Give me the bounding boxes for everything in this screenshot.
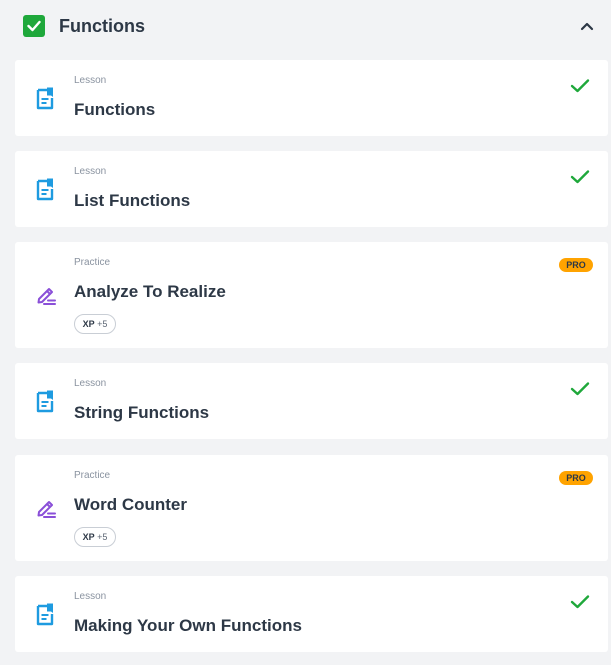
- pro-badge: PRO: [559, 258, 593, 272]
- checkbox-checked-icon: [23, 15, 45, 37]
- item-title: Functions: [74, 100, 156, 119]
- lesson-card-string-functions[interactable]: Lesson String Functions: [15, 363, 608, 439]
- checkmark-icon: [570, 594, 590, 610]
- xp-reward-pill: XP +5: [74, 527, 116, 547]
- item-type-label: Lesson: [74, 75, 107, 86]
- item-type-label: Lesson: [74, 378, 107, 389]
- checkmark-icon: [570, 169, 590, 185]
- xp-value: +5: [97, 532, 108, 542]
- xp-reward-pill: XP +5: [74, 314, 116, 334]
- lesson-card-functions[interactable]: Lesson Functions: [15, 60, 608, 136]
- chevron-up-icon[interactable]: [579, 18, 595, 34]
- item-type-label: Practice: [74, 470, 111, 481]
- item-title: Word Counter: [74, 495, 188, 514]
- item-title: Analyze To Realize: [74, 282, 226, 301]
- section-title: Functions: [59, 16, 145, 36]
- practice-card-word-counter[interactable]: Practice Word Counter PRO XP +5: [15, 455, 608, 561]
- lesson-card-making-your-own-functions[interactable]: Lesson Making Your Own Functions: [15, 576, 608, 652]
- practice-card-analyze-to-realize[interactable]: Practice Analyze To Realize PRO XP +5: [15, 242, 608, 348]
- lesson-document-icon: [35, 178, 55, 202]
- lesson-document-icon: [35, 87, 55, 111]
- pro-badge: PRO: [559, 471, 593, 485]
- item-title: Making Your Own Functions: [74, 616, 302, 635]
- xp-label: XP: [82, 532, 95, 542]
- item-type-label: Practice: [74, 257, 111, 268]
- practice-pencil-icon: [35, 497, 56, 521]
- checkmark-icon: [570, 381, 590, 397]
- item-type-label: Lesson: [74, 591, 107, 602]
- section-header[interactable]: Functions: [0, 0, 611, 52]
- item-title: String Functions: [74, 403, 210, 422]
- item-type-label: Lesson: [74, 166, 107, 177]
- lesson-document-icon: [35, 603, 55, 627]
- practice-pencil-icon: [35, 284, 56, 308]
- checkmark-icon: [570, 78, 590, 94]
- lesson-card-list-functions[interactable]: Lesson List Functions: [15, 151, 608, 227]
- lesson-document-icon: [35, 390, 55, 414]
- item-title: List Functions: [74, 191, 191, 210]
- xp-value: +5: [97, 319, 108, 329]
- xp-label: XP: [82, 319, 95, 329]
